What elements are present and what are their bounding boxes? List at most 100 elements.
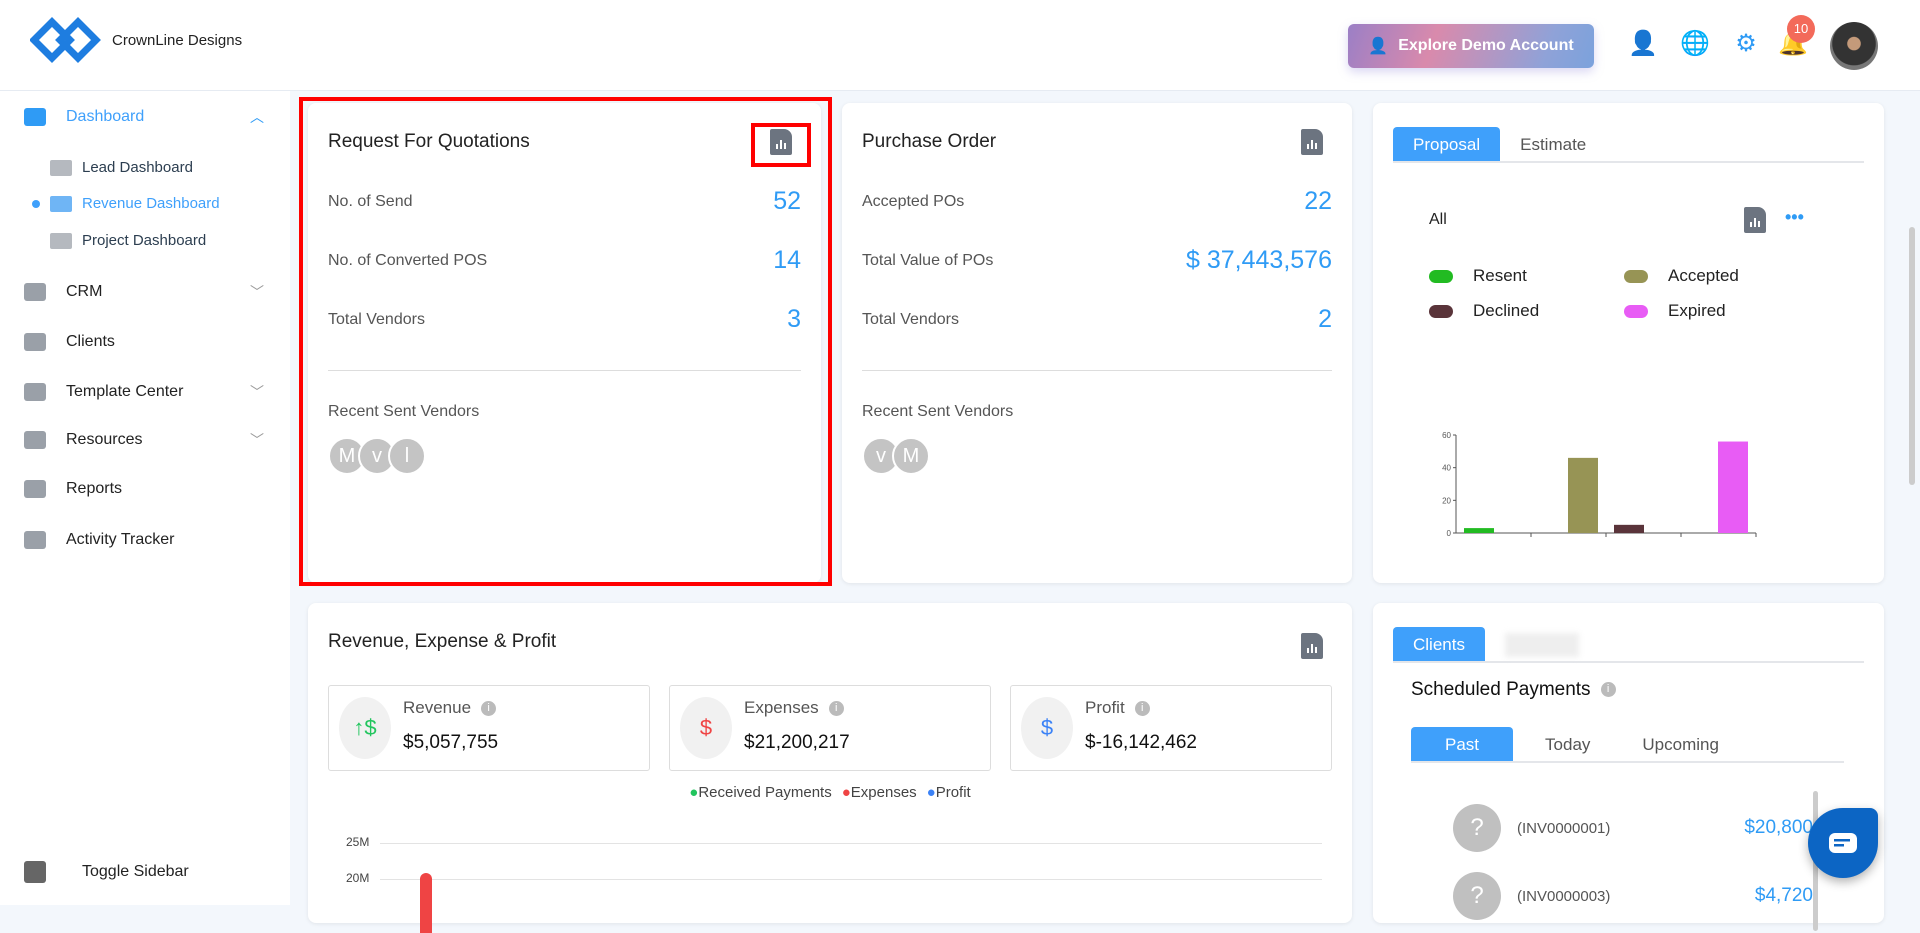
- report-icon[interactable]: [1301, 633, 1323, 659]
- divider: [862, 370, 1332, 371]
- y-tick-label: 0: [1447, 529, 1452, 538]
- sidebar-item-lead-dashboard[interactable]: Lead Dashboard: [50, 159, 193, 176]
- scheduled-payments-card: Clients Scheduled Payments i Past Today U…: [1373, 603, 1884, 931]
- legend-item: Expired: [1624, 301, 1726, 321]
- bar-resent: [1464, 528, 1494, 533]
- sidebar-item-clients[interactable]: Clients: [24, 333, 264, 351]
- clients-icon: [24, 333, 46, 351]
- brand-logo[interactable]: CrownLine Designs: [30, 14, 242, 66]
- highlight-box: [299, 97, 832, 586]
- proposal-card: Proposal Estimate All ••• Resent Accepte…: [1373, 103, 1884, 583]
- report-icon[interactable]: [1301, 129, 1323, 155]
- tab-past[interactable]: Past: [1411, 727, 1514, 761]
- stat-row: Accepted POs 22: [862, 187, 1332, 215]
- globe-icon[interactable]: 🌐: [1680, 30, 1710, 58]
- project-icon: [50, 232, 72, 249]
- bar-accepted: [1568, 457, 1598, 533]
- brand-name: CrownLine Designs: [112, 31, 243, 49]
- revenue-expense-profit-card: Revenue, Expense & Profit ↑$ Revenue i $5,0…: [308, 603, 1352, 933]
- info-icon[interactable]: i: [1600, 682, 1616, 698]
- notification-badge: 10: [1787, 15, 1815, 43]
- chevron-down-icon: ﹀: [250, 384, 264, 400]
- stat-label: Expenses i: [744, 698, 844, 718]
- sidebar-item-revenue-dashboard[interactable]: Revenue Dashboard: [32, 195, 220, 212]
- sidebar: Dashboard ︿ Lead Dashboard Revenue Dashbo…: [0, 91, 290, 905]
- payment-row[interactable]: ? (INV0000003) $4,720: [1453, 871, 1813, 921]
- sidebar-item-crm[interactable]: CRM ﹀: [24, 283, 264, 301]
- sidebar-item-dashboard[interactable]: Dashboard ︿: [24, 108, 264, 126]
- activity-icon: [24, 531, 46, 549]
- page-scrollbar[interactable]: [1909, 227, 1915, 485]
- stat-row: Total Vendors 2: [862, 305, 1332, 333]
- sidebar-item-reports[interactable]: Reports: [24, 480, 264, 498]
- tab-estimate[interactable]: Estimate: [1500, 127, 1606, 161]
- chat-button[interactable]: [1808, 808, 1878, 878]
- payment-row[interactable]: ? (INV0000001) $20,800: [1453, 803, 1813, 853]
- card-title: Revenue, Expense & Profit: [328, 631, 557, 652]
- monitor-icon: [50, 159, 72, 176]
- chat-icon: [1829, 833, 1857, 853]
- legend-item[interactable]: ●Profit: [927, 784, 971, 801]
- client-avatar-placeholder: ?: [1453, 804, 1501, 852]
- scheduled-payments-title: Scheduled Payments i: [1411, 679, 1616, 701]
- legend-item: Declined: [1429, 301, 1539, 321]
- toggle-sidebar-button[interactable]: Toggle Sidebar: [24, 861, 264, 883]
- filter-label[interactable]: All: [1429, 211, 1447, 229]
- info-icon[interactable]: i: [481, 701, 497, 717]
- chart-legend: ●Received Payments ●Expenses ●Profit: [308, 784, 1352, 801]
- y-tick-label: 20M: [346, 871, 370, 885]
- report-icon[interactable]: [1744, 207, 1766, 233]
- legend-swatch: [1429, 304, 1453, 318]
- reports-icon: [24, 480, 46, 498]
- vendor-avatar[interactable]: M: [892, 437, 930, 475]
- explore-demo-button[interactable]: 👤 Explore Demo Account: [1348, 24, 1594, 68]
- y-tick-label: 20: [1442, 496, 1451, 505]
- stat-label: Profit i: [1085, 698, 1150, 718]
- logo-icon: [30, 17, 101, 63]
- revenue-icon: [50, 195, 72, 212]
- legend-swatch: [1624, 269, 1648, 283]
- purchase-order-card: Purchase Order Accepted POs 22 Total Valu…: [842, 103, 1352, 583]
- sidebar-item-activity-tracker[interactable]: Activity Tracker: [24, 531, 264, 549]
- sidebar-item-template-center[interactable]: Template Center ﹀: [24, 383, 264, 401]
- user-avatar[interactable]: [1830, 22, 1878, 70]
- sidebar-item-project-dashboard[interactable]: Project Dashboard: [50, 232, 206, 249]
- payment-period-tabs: Past Today Upcoming: [1411, 727, 1844, 763]
- legend-swatch: [1624, 304, 1648, 318]
- tab-upcoming[interactable]: Upcoming: [1622, 727, 1739, 761]
- info-icon[interactable]: i: [828, 701, 844, 717]
- gear-icon[interactable]: ⚙: [1732, 30, 1760, 58]
- bar-declined: [1614, 524, 1644, 533]
- tab-today[interactable]: Today: [1513, 727, 1622, 761]
- expense-icon: $: [680, 697, 732, 759]
- expenses-stat: $ Expenses i $21,200,217: [669, 685, 991, 771]
- profit-stat: $ Profit i $-16,142,462: [1010, 685, 1332, 771]
- gridline: [380, 843, 1322, 844]
- info-icon[interactable]: i: [1134, 701, 1150, 717]
- gridline: [380, 879, 1322, 880]
- y-tick-label: 25M: [346, 835, 370, 849]
- tab-proposal[interactable]: Proposal: [1393, 127, 1501, 161]
- y-tick-label: 40: [1442, 464, 1451, 473]
- user-icon: 👤: [1368, 38, 1389, 55]
- chevron-up-icon: ︿: [250, 109, 264, 125]
- legend-item[interactable]: ●Expenses: [842, 784, 917, 801]
- dashboard-icon: [24, 108, 46, 126]
- more-options-icon[interactable]: •••: [1785, 207, 1804, 228]
- stat-row: Total Value of POs $ 37,443,576: [862, 246, 1332, 274]
- blurred-tab[interactable]: [1504, 633, 1579, 657]
- tab-clients[interactable]: Clients: [1393, 627, 1485, 661]
- chevron-down-icon: ﹀: [250, 284, 264, 300]
- layout-icon: [24, 861, 46, 883]
- expenses-bar[interactable]: [420, 873, 432, 933]
- sidebar-item-resources[interactable]: Resources ﹀: [24, 431, 264, 449]
- template-icon: [24, 383, 46, 401]
- legend-item: Resent: [1429, 266, 1527, 286]
- top-header: CrownLine Designs 👤 Explore Demo Account …: [0, 0, 1920, 91]
- add-user-icon[interactable]: 👤: [1628, 30, 1658, 58]
- client-avatar-placeholder: ?: [1453, 872, 1501, 920]
- client-tabs: Clients: [1393, 627, 1864, 663]
- active-dot: [32, 199, 40, 208]
- legend-item: Accepted: [1624, 266, 1739, 286]
- legend-item[interactable]: ●Received Payments: [689, 784, 831, 801]
